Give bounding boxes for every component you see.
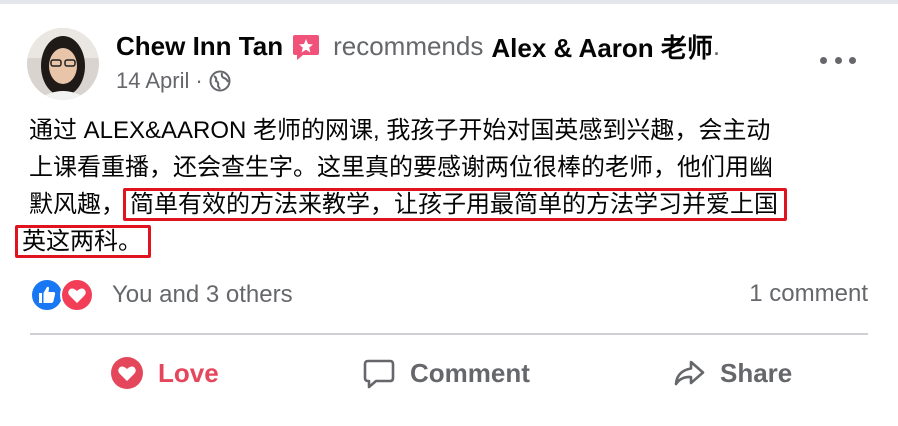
comment-button[interactable]: Comment	[362, 348, 530, 398]
share-button[interactable]: Share	[672, 348, 792, 398]
love-icon	[111, 357, 143, 389]
comment-icon	[363, 359, 395, 389]
share-icon	[674, 360, 705, 386]
highlighted-text: 英这两科。	[15, 225, 151, 258]
share-label: Share	[720, 357, 793, 388]
post-text: 通过 ALEX&AARON 老师的网课, 我孩子开始对国英感到兴趣，会主动 上课…	[15, 112, 879, 260]
top-divider	[0, 0, 898, 4]
page-name[interactable]: Alex & Aaron 老师	[491, 28, 713, 65]
more-options-icon[interactable]	[820, 48, 856, 72]
post-text-line: 通过 ALEX&AARON 老师的网课, 我孩子开始对国英感到兴趣，会主动	[29, 117, 771, 144]
avatar[interactable]	[27, 28, 99, 100]
recommends-text: recommends	[333, 31, 484, 61]
love-button[interactable]: Love	[110, 348, 219, 398]
comment-label: Comment	[410, 357, 530, 388]
like-icon	[30, 278, 64, 312]
post-text-line: 默风趣， 简单有效的方法来教学，让孩子用最简单的方法学习并爱上国	[29, 186, 879, 223]
post-text-line: 英这两科。	[15, 223, 879, 260]
post-text-segment: 默风趣，	[29, 191, 125, 218]
globe-icon	[209, 70, 231, 92]
action-bar: Love Comment Share	[0, 348, 898, 398]
recommendation-icon	[291, 32, 321, 62]
post-header: Chew Inn Tan recommends Alex & Aaron 老师.	[116, 28, 720, 65]
love-label: Love	[158, 357, 219, 388]
author-name[interactable]: Chew Inn Tan	[116, 31, 283, 62]
highlighted-text: 简单有效的方法来教学，让孩子用最简单的方法学习并爱上国	[123, 188, 787, 221]
divider	[30, 333, 868, 335]
reaction-icons	[30, 278, 98, 312]
comment-count[interactable]: 1 comment	[749, 280, 868, 308]
reaction-count[interactable]: You and 3 others	[112, 281, 293, 309]
post-meta: 14 April ·	[116, 68, 231, 94]
post-text-line: 上课看重播，还会查生字。这里真的要感谢两位很棒的老师，他们用幽	[29, 154, 773, 181]
love-icon	[60, 278, 94, 312]
post-date[interactable]: 14 April	[116, 68, 189, 94]
reaction-summary[interactable]: You and 3 others	[30, 278, 293, 312]
